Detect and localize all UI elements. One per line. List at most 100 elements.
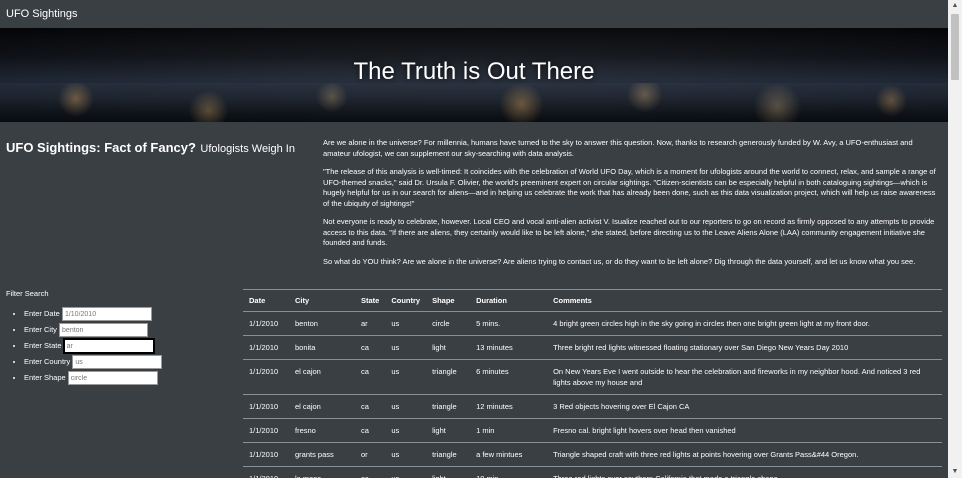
- cell-shape: triangle: [426, 442, 471, 467]
- cell-city: fresno: [289, 418, 355, 443]
- article-paragraph: "The release of this analysis is well-ti…: [323, 167, 936, 208]
- cell-comments: 4 bright green circles high in the sky g…: [547, 311, 942, 336]
- filter-label-country: Enter Country: [24, 357, 71, 366]
- cell-country: us: [385, 442, 427, 467]
- sightings-table: Date City State Country Shape Duration C…: [243, 289, 942, 478]
- cell-date: 1/1/2010: [243, 335, 289, 360]
- filter-item-country: Enter Country: [24, 355, 236, 371]
- cell-duration: 6 minutes: [470, 359, 548, 395]
- sightings-table-container: Date City State Country Shape Duration C…: [243, 289, 942, 478]
- table-row: 1/1/2010 fresno ca us light 1 min Fresno…: [243, 418, 942, 443]
- filter-label-date: Enter Date: [24, 309, 60, 318]
- table-row: 1/1/2010 el cajon ca us triangle 6 minut…: [243, 359, 942, 395]
- cell-country: us: [385, 418, 427, 443]
- cell-country: us: [385, 335, 427, 360]
- page-scrollbar[interactable]: ▲ ▼: [948, 0, 962, 478]
- cell-date: 1/1/2010: [243, 442, 289, 467]
- navbar: UFO Sightings: [0, 0, 948, 29]
- cell-duration: 5 mins.: [470, 311, 548, 336]
- page-subtitle: Ufologists Weigh In: [200, 143, 295, 155]
- cell-state: ca: [355, 335, 386, 360]
- filter-label-city: Enter City: [24, 325, 57, 334]
- scroll-down-arrow-icon[interactable]: ▼: [948, 466, 962, 478]
- cell-shape: triangle: [426, 394, 471, 419]
- cell-comments: Three bright red lights witnessed floati…: [547, 335, 942, 360]
- country-input[interactable]: [72, 355, 163, 370]
- column-header-comments: Comments: [547, 289, 942, 312]
- cell-city: grants pass: [289, 442, 355, 467]
- article-body: Are we alone in the universe? For millen…: [323, 138, 941, 275]
- cell-date: 1/1/2010: [243, 311, 289, 336]
- cell-date: 1/1/2010: [243, 394, 289, 419]
- cell-duration: 13 minutes: [470, 335, 548, 360]
- filter-item-date: Enter Date: [24, 307, 236, 323]
- cell-city: el cajon: [289, 394, 355, 419]
- page-heading: UFO Sightings: Fact of Fancy? Ufologists…: [6, 139, 295, 157]
- state-input[interactable]: [62, 338, 155, 355]
- cell-city: el cajon: [289, 359, 355, 395]
- cell-shape: circle: [426, 311, 471, 336]
- cell-state: ca: [355, 359, 386, 395]
- filter-list: Enter Date Enter City Enter State Enter …: [6, 307, 236, 387]
- column-header-city: City: [289, 289, 355, 312]
- article-paragraph: Are we alone in the universe? For millen…: [323, 138, 913, 158]
- cell-country: us: [385, 311, 427, 336]
- cell-country: us: [385, 394, 427, 419]
- filter-item-shape: Enter Shape: [24, 371, 236, 387]
- table-row: 1/1/2010 benton ar us circle 5 mins. 4 b…: [243, 311, 942, 336]
- cell-comments: Fresno cal. bright light hovers over hea…: [547, 418, 942, 443]
- cell-city: bonita: [289, 335, 355, 360]
- table-row: 1/1/2010 el cajon ca us triangle 12 minu…: [243, 394, 942, 419]
- cell-comments: 3 Red objects hovering over El Cajon CA: [547, 394, 942, 419]
- scroll-up-arrow-icon[interactable]: ▲: [948, 0, 962, 12]
- cell-date: 1/1/2010: [243, 466, 289, 478]
- article-paragraph: Not everyone is ready to celebrate, howe…: [323, 217, 935, 247]
- cell-city: benton: [289, 311, 355, 336]
- filter-item-state: Enter State: [24, 338, 236, 355]
- cell-duration: 10 min: [470, 466, 548, 478]
- cell-comments: On New Years Eve I went outside to hear …: [547, 359, 942, 395]
- column-header-duration: Duration: [470, 289, 548, 312]
- cell-state: ca: [355, 394, 386, 419]
- shape-input[interactable]: [67, 371, 158, 386]
- column-header-country: Country: [385, 289, 427, 312]
- hero-title: The Truth is Out There: [353, 58, 595, 85]
- table-row: 1/1/2010 grants pass or us triangle a fe…: [243, 442, 942, 467]
- cell-shape: light: [426, 418, 471, 443]
- filter-title: Filter Search: [6, 289, 49, 298]
- cell-date: 1/1/2010: [243, 418, 289, 443]
- cell-duration: a few mintues: [470, 442, 548, 467]
- filter-label-state: Enter State: [24, 341, 62, 350]
- cell-duration: 1 min: [470, 418, 548, 443]
- cell-country: us: [385, 359, 427, 395]
- column-header-date: Date: [243, 289, 289, 312]
- filter-label-shape: Enter Shape: [24, 373, 66, 382]
- table-row: 1/1/2010 bonita ca us light 13 minutes T…: [243, 335, 942, 360]
- table-header-row: Date City State Country Shape Duration C…: [243, 289, 942, 312]
- cell-state: ca: [355, 466, 386, 478]
- hero-banner: The Truth is Out There: [0, 28, 948, 122]
- date-input[interactable]: [61, 307, 152, 322]
- column-header-shape: Shape: [426, 289, 471, 312]
- cell-duration: 12 minutes: [470, 394, 548, 419]
- cell-state: ar: [355, 311, 386, 336]
- cell-shape: triangle: [426, 359, 471, 395]
- page-title: UFO Sightings: Fact of Fancy?: [6, 140, 196, 155]
- filter-item-city: Enter City: [24, 323, 236, 339]
- cell-state: or: [355, 442, 386, 467]
- cell-city: la mesa: [289, 466, 355, 478]
- cell-comments: Triangle shaped craft with three red lig…: [547, 442, 942, 467]
- column-header-state: State: [355, 289, 386, 312]
- navbar-brand-link[interactable]: UFO Sightings: [6, 8, 78, 20]
- filter-panel: Filter Search Enter Date Enter City Ente…: [6, 289, 236, 387]
- cell-shape: light: [426, 466, 471, 478]
- table-row: 1/1/2010 la mesa ca us light 10 min Thre…: [243, 466, 942, 478]
- article-paragraph: So what do YOU think? Are we alone in th…: [323, 256, 916, 266]
- cell-comments: Three red lights over southern Californi…: [547, 466, 942, 478]
- cell-country: us: [385, 466, 427, 478]
- cell-shape: light: [426, 335, 471, 360]
- hero-earth-night-image: [0, 83, 948, 122]
- cell-date: 1/1/2010: [243, 359, 289, 395]
- city-input[interactable]: [59, 323, 149, 338]
- scroll-thumb[interactable]: [951, 14, 959, 80]
